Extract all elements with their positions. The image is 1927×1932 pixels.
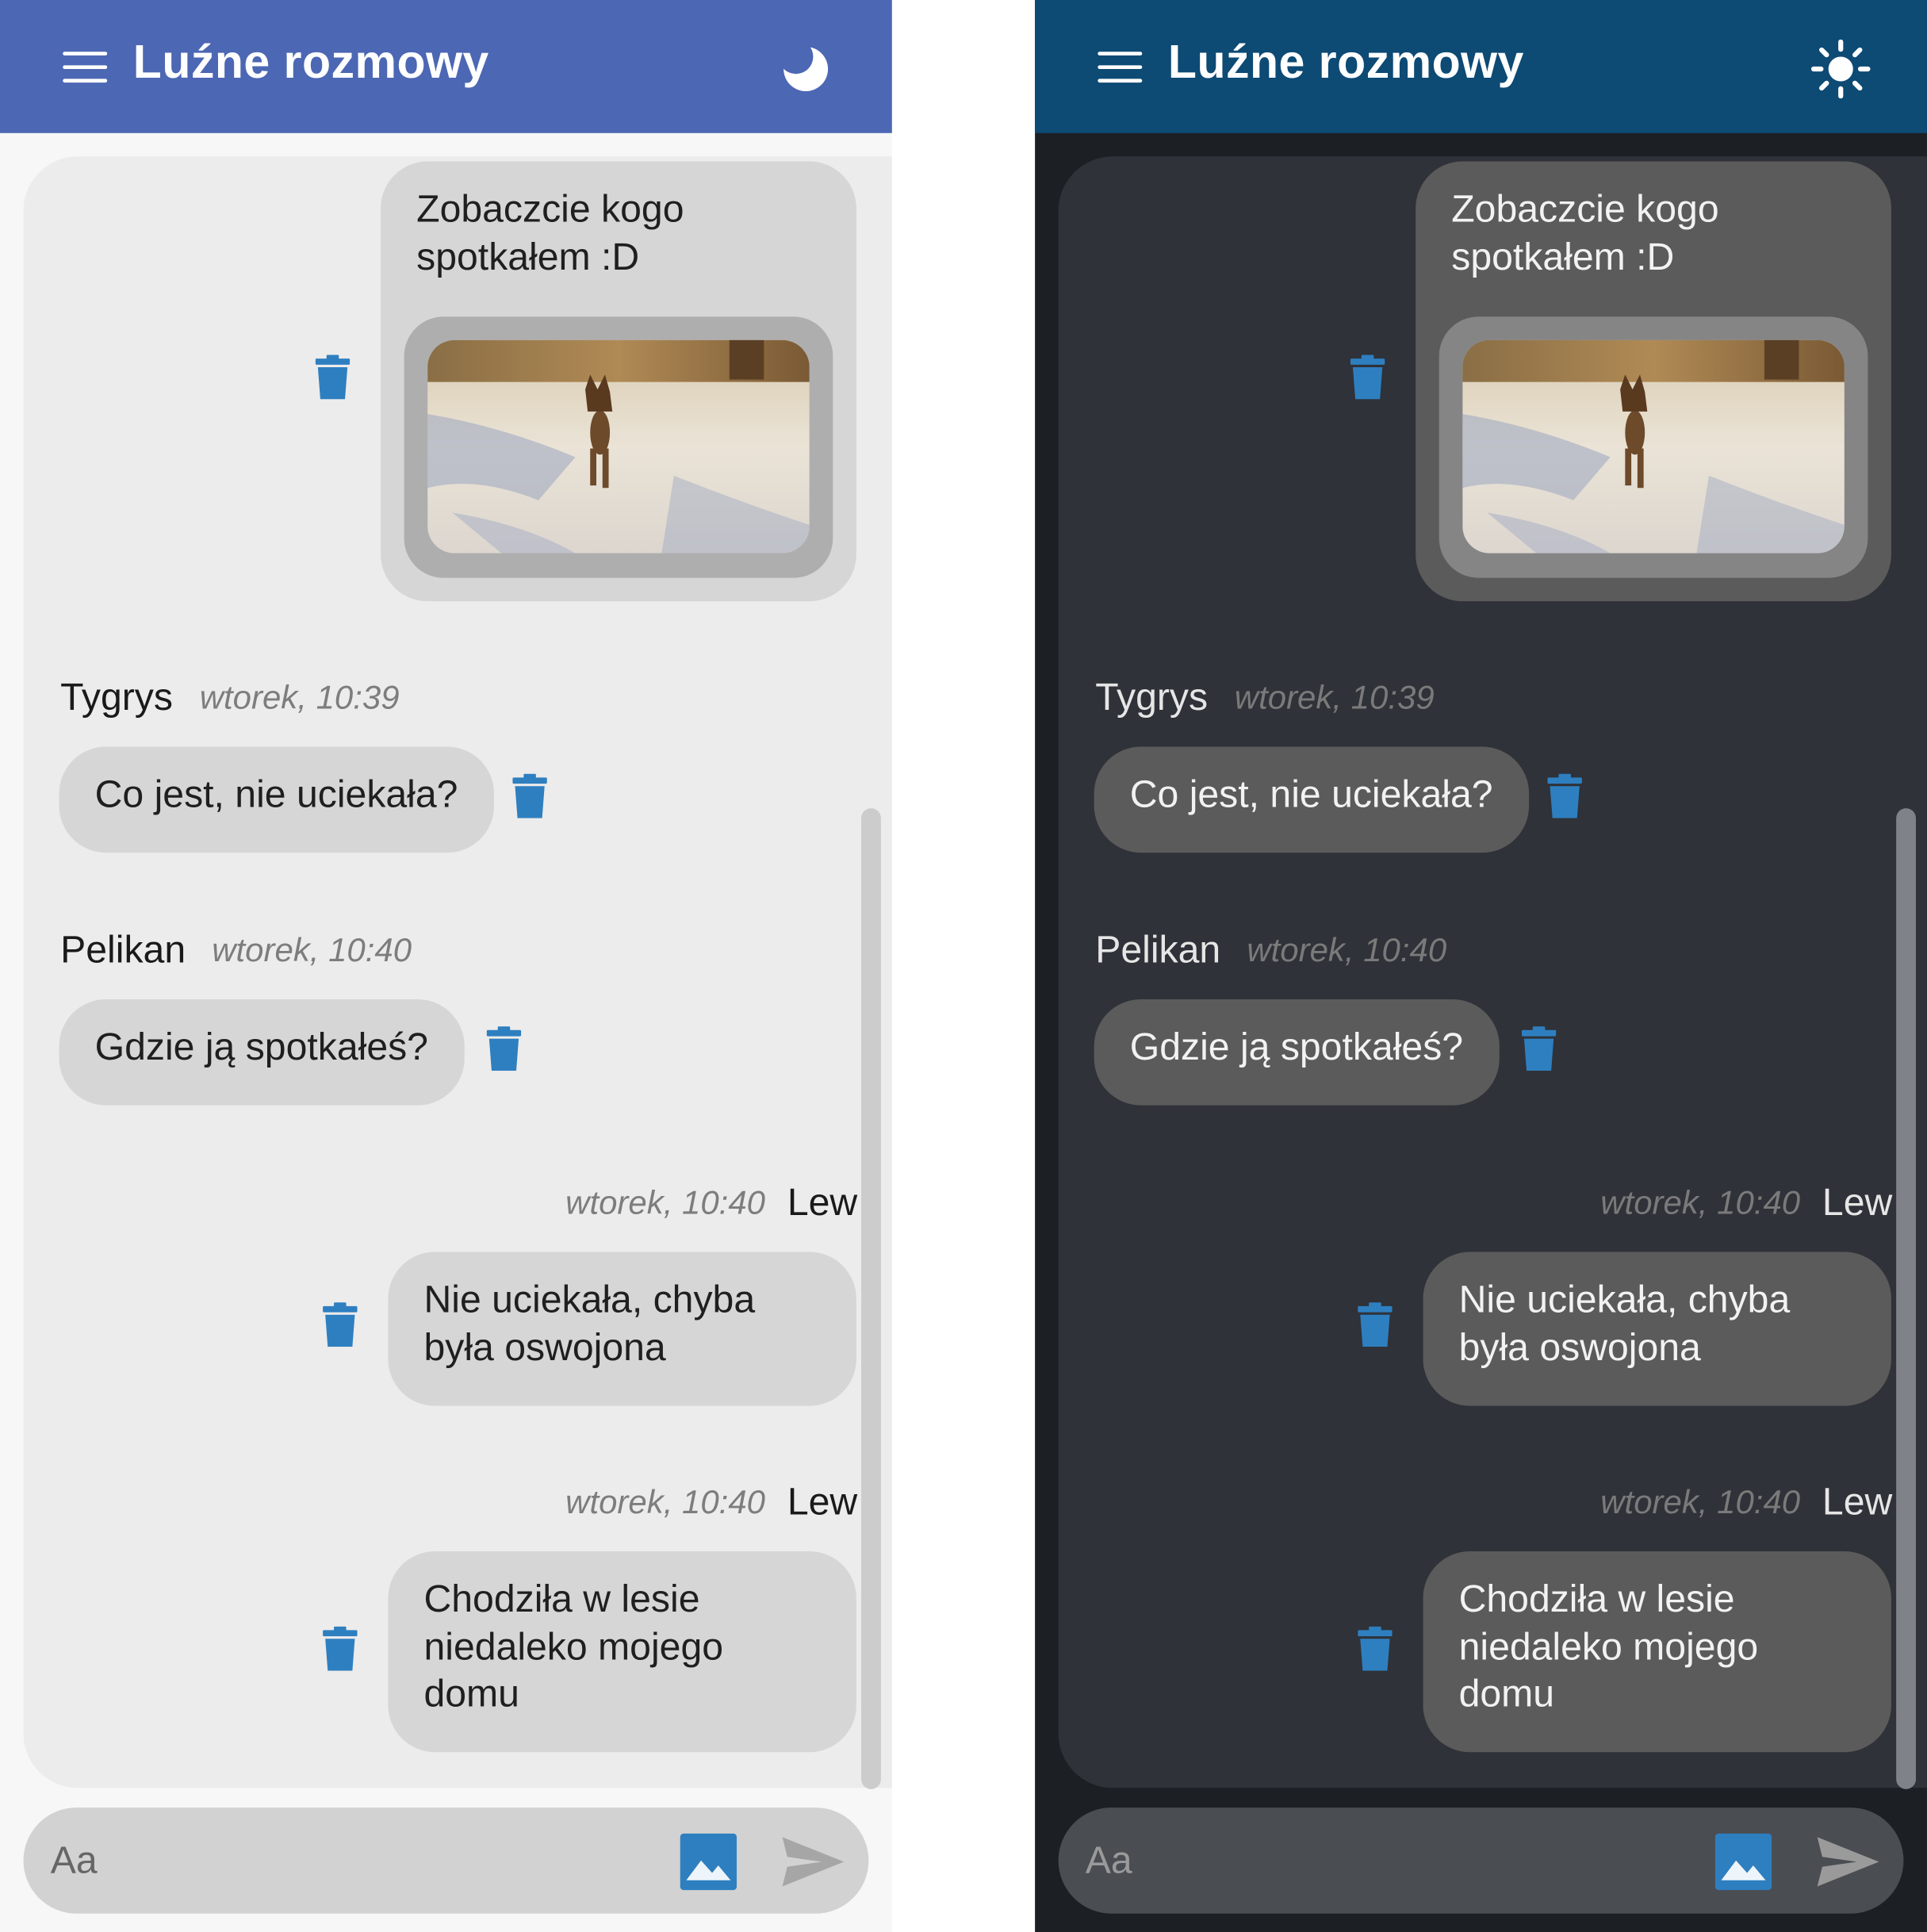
attached-image[interactable] (1439, 316, 1868, 578)
message-input[interactable] (1058, 1807, 1675, 1914)
delete-message-button[interactable] (1358, 1302, 1393, 1347)
message-author: Pelikan (60, 927, 186, 972)
moon-icon (778, 39, 829, 91)
message-author: Lew (787, 1180, 858, 1224)
message-list[interactable]: Zobaczcie kogo spotkałem :D Tygrys wtore… (23, 156, 892, 1788)
message-text: Zobaczcie kogo (416, 187, 684, 231)
message-author: Tygrys (1095, 675, 1209, 719)
message-text: Chodziła w lesie (1458, 1577, 1735, 1620)
send-icon[interactable] (1815, 1834, 1882, 1888)
app-title: Luźne rozmowy (1167, 36, 1524, 89)
scrollbar[interactable] (1896, 808, 1917, 1789)
message-composer (1058, 1807, 1904, 1914)
message-bubble: Nie uciekała, chyba była oswojona (388, 1252, 856, 1406)
dog-in-snow-photo (427, 339, 810, 554)
trash-icon (315, 355, 351, 400)
message-text: niedaleko mojego (1458, 1624, 1759, 1668)
delete-message-button[interactable] (1547, 773, 1582, 818)
trash-icon (1547, 773, 1582, 818)
message-text: niedaleko mojego (423, 1624, 724, 1668)
message-bubble: Chodziła w lesie niedaleko mojego domu (388, 1551, 856, 1753)
delete-message-button[interactable] (512, 773, 547, 818)
message-text: była oswojona (1458, 1324, 1701, 1369)
message-time: wtorek, 10:39 (199, 679, 400, 716)
message-bubble: Chodziła w lesie niedaleko mojego domu (1423, 1551, 1891, 1753)
message-text: była oswojona (423, 1324, 666, 1369)
message-time: wtorek, 10:40 (212, 931, 412, 969)
delete-message-button[interactable] (323, 1302, 358, 1347)
menu-icon[interactable] (63, 52, 109, 83)
message-author: Lew (787, 1479, 858, 1524)
message-text: Chodziła w lesie (423, 1577, 700, 1620)
message-text: spotkałem :D (1451, 234, 1675, 278)
delete-message-button[interactable] (1350, 355, 1385, 400)
delete-message-button[interactable] (1521, 1026, 1557, 1071)
trash-icon (323, 1302, 358, 1347)
message-bubble: Co jest, nie uciekała? (59, 746, 494, 853)
message-bubble: Co jest, nie uciekała? (1094, 746, 1529, 853)
message-text: Co jest, nie uciekała? (1129, 772, 1493, 816)
trash-icon (1358, 1626, 1393, 1671)
attached-image[interactable] (404, 316, 833, 578)
image-icon[interactable] (1714, 1833, 1772, 1891)
message-text: Gdzie ją spotkałeś? (94, 1025, 428, 1068)
message-author: Lew (1822, 1479, 1893, 1524)
phone-screen-light: Luźne rozmowy Zobaczcie kogo spotkałem :… (0, 0, 892, 1932)
scrollbar[interactable] (861, 808, 881, 1789)
delete-message-button[interactable] (315, 355, 351, 400)
message-time: wtorek, 10:40 (1600, 1184, 1801, 1221)
message-text: Gdzie ją spotkałeś? (1129, 1025, 1464, 1068)
message-author: Pelikan (1095, 927, 1221, 972)
app-bar: Luźne rozmowy (1035, 0, 1927, 133)
message-time: wtorek, 10:40 (1247, 931, 1447, 969)
message-text: domu (1458, 1672, 1555, 1715)
message-time: wtorek, 10:40 (565, 1483, 765, 1521)
message-time: wtorek, 10:39 (1234, 679, 1435, 716)
message-bubble: Zobaczcie kogo spotkałem :D (381, 161, 856, 602)
message-list[interactable]: Zobaczcie kogo spotkałem :D Tygrys wtore… (1058, 156, 1927, 1788)
message-time: wtorek, 10:40 (565, 1184, 765, 1221)
message-bubble: Gdzie ją spotkałeś? (59, 999, 465, 1106)
trash-icon (1358, 1302, 1393, 1347)
delete-message-button[interactable] (486, 1026, 522, 1071)
message-composer (23, 1807, 869, 1914)
delete-message-button[interactable] (323, 1626, 358, 1671)
message-input[interactable] (23, 1807, 640, 1914)
message-time: wtorek, 10:40 (1600, 1483, 1801, 1521)
theme-toggle-button[interactable] (776, 39, 836, 99)
trash-icon (486, 1026, 522, 1071)
message-author: Lew (1822, 1180, 1893, 1224)
message-text: Co jest, nie uciekała? (94, 772, 458, 816)
theme-toggle-button[interactable] (1810, 39, 1871, 99)
trash-icon (512, 773, 547, 818)
phone-screen-dark: Luźne rozmowy Zobaczcie kogo spotkałem :… (1035, 0, 1927, 1932)
image-icon[interactable] (680, 1833, 737, 1891)
message-text: Zobaczcie kogo (1451, 187, 1719, 231)
trash-icon (1521, 1026, 1557, 1071)
message-text: Nie uciekała, chyba (423, 1278, 756, 1321)
delete-message-button[interactable] (1358, 1626, 1393, 1671)
app-title: Luźne rozmowy (132, 36, 489, 89)
trash-icon (323, 1626, 358, 1671)
app-bar: Luźne rozmowy (0, 0, 892, 133)
message-bubble: Nie uciekała, chyba była oswojona (1423, 1252, 1891, 1406)
trash-icon (1350, 355, 1385, 400)
menu-icon[interactable] (1098, 52, 1144, 83)
message-bubble: Gdzie ją spotkałeś? (1094, 999, 1500, 1106)
message-text: spotkałem :D (416, 234, 640, 278)
message-author: Tygrys (60, 675, 173, 719)
message-text: domu (423, 1672, 519, 1715)
message-bubble: Zobaczcie kogo spotkałem :D (1416, 161, 1891, 602)
message-text: Nie uciekała, chyba (1458, 1278, 1791, 1321)
dog-in-snow-photo (1462, 339, 1845, 554)
send-icon[interactable] (780, 1834, 846, 1888)
sun-icon (1810, 39, 1871, 99)
